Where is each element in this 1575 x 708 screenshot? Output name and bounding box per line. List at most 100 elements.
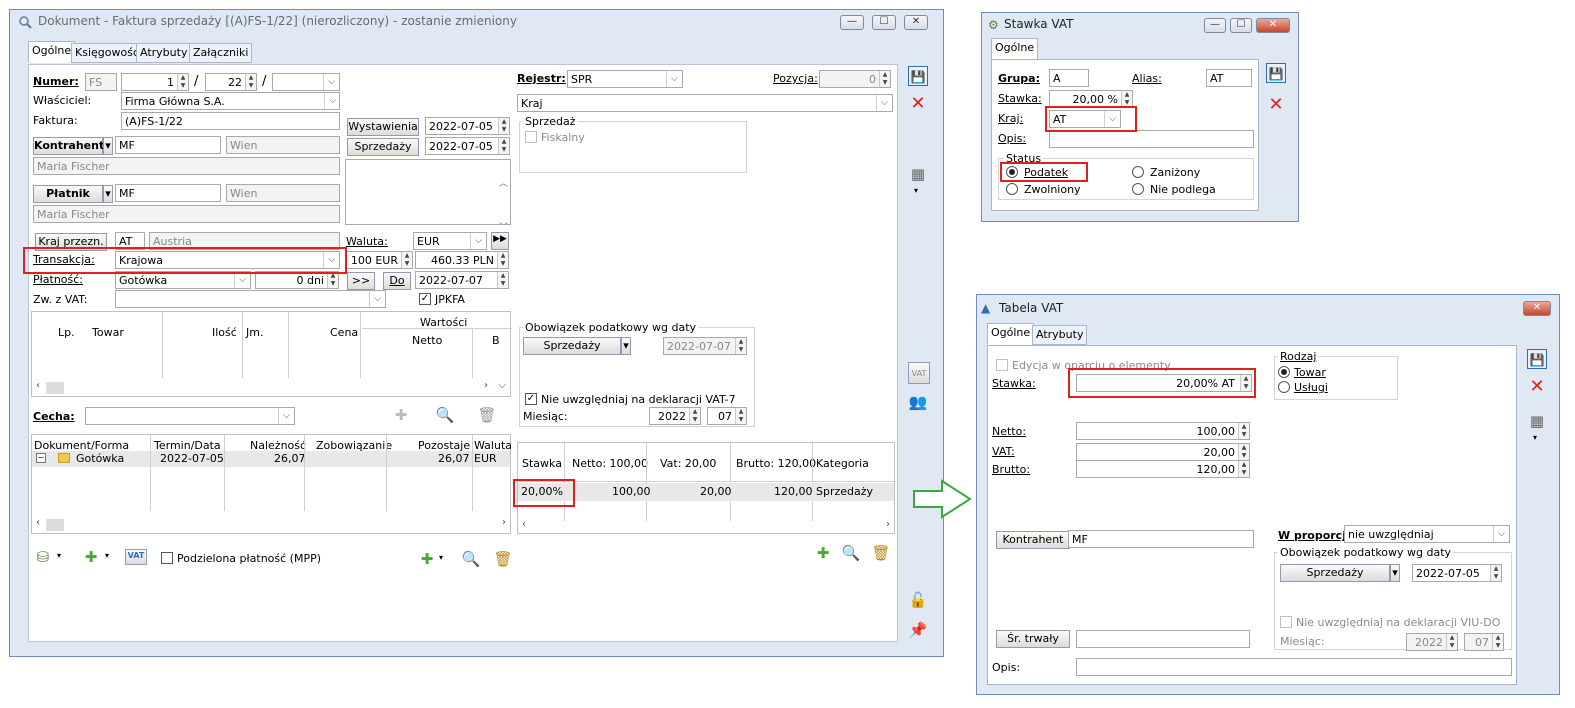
maximize-button[interactable]: ☐ bbox=[872, 15, 896, 30]
horizontal-scrollbar[interactable]: ‹ › ⌵ bbox=[32, 380, 510, 396]
obowiazek-menu-button[interactable]: ▾ bbox=[1390, 564, 1400, 582]
cancel-icon[interactable]: ✕ bbox=[1527, 377, 1547, 397]
numer-number-field[interactable]: 1 ▲ ▼ bbox=[121, 73, 189, 91]
calculator-icon[interactable]: ▦ bbox=[908, 164, 928, 184]
save-icon[interactable]: 💾 bbox=[908, 66, 928, 86]
wystawienia-button[interactable]: Wystawienia bbox=[347, 118, 419, 136]
grupa-field[interactable]: A bbox=[1049, 69, 1089, 87]
add-icon[interactable]: ✚ bbox=[813, 543, 833, 563]
kontrahent-menu-button[interactable]: ▾ bbox=[103, 137, 113, 155]
obowiazek-sprzedazy-button[interactable]: Sprzedaży bbox=[523, 337, 621, 355]
trash-icon[interactable]: 🗑 bbox=[871, 543, 891, 563]
vat-field[interactable]: 20,00 ▲ ▼ bbox=[1076, 443, 1250, 461]
column-header-cena[interactable]: Cena bbox=[330, 326, 358, 339]
wystawienia-date-field[interactable]: 2022-07-05 ▲ ▼ bbox=[425, 117, 510, 135]
maximize-button[interactable]: ☐ bbox=[1230, 18, 1252, 33]
search-icon[interactable]: 🔍 bbox=[461, 549, 481, 569]
kontrahent-code-field[interactable]: MF bbox=[115, 136, 221, 154]
add-folder-icon[interactable]: ✚ bbox=[81, 547, 101, 567]
horizontal-scrollbar[interactable]: ‹ › bbox=[32, 517, 510, 533]
save-icon[interactable]: 💾 bbox=[1527, 349, 1547, 369]
users-icon[interactable]: 👥 bbox=[908, 392, 928, 412]
tab-ogolne[interactable]: Ogólne bbox=[987, 323, 1035, 345]
platnosc-do-button[interactable]: Do bbox=[383, 272, 411, 290]
column-header-brutto[interactable]: B bbox=[492, 334, 500, 347]
tree-collapse-icon[interactable]: − bbox=[36, 453, 46, 463]
notes-textarea[interactable]: ︿﹀ bbox=[345, 159, 511, 225]
tab-atrybuty[interactable]: Atrybuty bbox=[136, 43, 192, 63]
cancel-icon[interactable]: ✕ bbox=[908, 94, 928, 114]
waluta-select[interactable]: EUR ⌵ bbox=[413, 232, 487, 250]
close-button[interactable]: ✕ bbox=[1256, 18, 1290, 33]
obowiazek-date-field[interactable]: 2022-07-05 ▲ ▼ bbox=[1412, 564, 1502, 582]
tab-zalaczniki[interactable]: Załączniki bbox=[189, 43, 253, 63]
column-header-ilosc[interactable]: Ilość bbox=[212, 326, 237, 339]
kontrahent-button[interactable]: Kontrahent bbox=[996, 531, 1070, 549]
obowiazek-sprzedazy-button[interactable]: Sprzedaży bbox=[1280, 564, 1390, 582]
minimize-button[interactable]: — bbox=[840, 15, 864, 30]
column-header-vat[interactable]: Vat: 20,00 bbox=[660, 457, 716, 470]
column-header-towar[interactable]: Towar bbox=[92, 326, 124, 339]
proporcji-select[interactable]: nie uwzględniaj ⌵ bbox=[1344, 525, 1510, 543]
scrollbar[interactable]: ︿﹀ bbox=[499, 162, 508, 224]
platnik-menu-button[interactable]: ▾ bbox=[103, 185, 113, 203]
obowiazek-menu-button[interactable]: ▾ bbox=[621, 337, 631, 355]
alias-field[interactable]: AT bbox=[1206, 69, 1252, 87]
tab-ogolne[interactable]: Ogólne bbox=[991, 38, 1039, 60]
add-icon[interactable]: ✚ bbox=[417, 549, 437, 569]
tab-ksiegowosc[interactable]: Księgowość bbox=[71, 43, 143, 63]
vat-icon[interactable]: VAT bbox=[125, 549, 147, 565]
mpp-checkbox[interactable] bbox=[161, 552, 173, 564]
numer-series-select[interactable]: ⌵ bbox=[272, 73, 340, 91]
zwvat-select[interactable]: ⌵ bbox=[115, 290, 386, 308]
zwolniony-radio[interactable] bbox=[1006, 183, 1018, 195]
nie-podlega-radio[interactable] bbox=[1132, 183, 1144, 195]
sprzedazy-button[interactable]: Sprzedaży bbox=[347, 138, 419, 156]
chevron-down-icon[interactable]: ▾ bbox=[914, 186, 918, 195]
towar-radio[interactable] bbox=[1278, 366, 1290, 378]
tab-ogolne[interactable]: Ogólne bbox=[28, 41, 76, 63]
faktura-field[interactable]: (A)FS-1/22 bbox=[121, 112, 340, 130]
opis-field[interactable] bbox=[1076, 658, 1512, 676]
trash-icon[interactable]: 🗑 bbox=[493, 549, 513, 569]
platnik-code-field[interactable]: MF bbox=[115, 184, 221, 202]
cancel-icon[interactable]: ✕ bbox=[1266, 95, 1286, 115]
payments-grid[interactable]: Dokument/Forma Termin/Data Należność Zob… bbox=[31, 434, 512, 534]
search-icon[interactable]: 🔍 bbox=[435, 405, 455, 425]
column-header-netto[interactable]: Netto: 100,00 bbox=[572, 457, 648, 470]
add-icon[interactable]: ✚ bbox=[391, 405, 411, 425]
vat-button-icon[interactable]: VAT bbox=[908, 362, 930, 384]
kurs-from-field[interactable]: 100 EUR ▲ ▼ bbox=[345, 251, 413, 269]
rejestr-select[interactable]: SPR ⌵ bbox=[567, 70, 683, 88]
close-button[interactable]: ✕ bbox=[904, 15, 928, 30]
chevron-down-icon[interactable]: ▾ bbox=[1533, 433, 1537, 442]
numer-year-field[interactable]: 22 ▲ ▼ bbox=[205, 73, 257, 91]
chevron-down-icon[interactable]: ▾ bbox=[105, 551, 109, 560]
brutto-field[interactable]: 120,00 ▲ ▼ bbox=[1076, 460, 1250, 478]
uslugi-radio[interactable] bbox=[1278, 381, 1290, 393]
miesiac-month-field[interactable]: 07 ▲ ▼ bbox=[707, 407, 747, 425]
tab-atrybuty[interactable]: Atrybuty bbox=[1032, 325, 1088, 345]
save-icon[interactable]: 💾 bbox=[1266, 63, 1286, 83]
lock-icon[interactable]: 🔓 bbox=[908, 590, 928, 610]
vat7-checkbox[interactable]: ✓ bbox=[525, 393, 537, 405]
srodek-trwaly-button[interactable]: Śr. trwały bbox=[996, 630, 1070, 648]
kraj-select[interactable]: Kraj ⌵ bbox=[517, 94, 893, 112]
column-header-lp[interactable]: Lp. bbox=[58, 326, 75, 339]
table-row[interactable]: − Gotówka 2022-07-05 26,07 26,07 EUR bbox=[32, 451, 510, 467]
calculator-icon[interactable]: ▦ bbox=[1527, 411, 1547, 431]
column-header-stawka[interactable]: Stawka bbox=[522, 457, 562, 470]
chevron-down-icon[interactable]: ▾ bbox=[57, 551, 61, 560]
netto-field[interactable]: 100,00 ▲ ▼ bbox=[1076, 422, 1250, 440]
sprzedazy-date-field[interactable]: 2022-07-05 ▲ ▼ bbox=[425, 137, 510, 155]
zanizony-radio[interactable] bbox=[1132, 166, 1144, 178]
column-header-netto[interactable]: Netto bbox=[412, 334, 442, 347]
miesiac-year-field[interactable]: 2022 ▲ ▼ bbox=[649, 407, 701, 425]
opis-field[interactable] bbox=[1049, 130, 1254, 148]
jpkfa-checkbox[interactable]: ✓ bbox=[419, 293, 431, 305]
minimize-button[interactable]: — bbox=[1204, 18, 1226, 33]
platnosc-date-field[interactable]: 2022-07-07 ▲ ▼ bbox=[415, 271, 509, 289]
horizontal-scrollbar[interactable]: ‹ › bbox=[518, 519, 894, 533]
column-header-jm[interactable]: Jm. bbox=[246, 326, 263, 339]
pin-icon[interactable]: 📌 bbox=[908, 620, 928, 640]
